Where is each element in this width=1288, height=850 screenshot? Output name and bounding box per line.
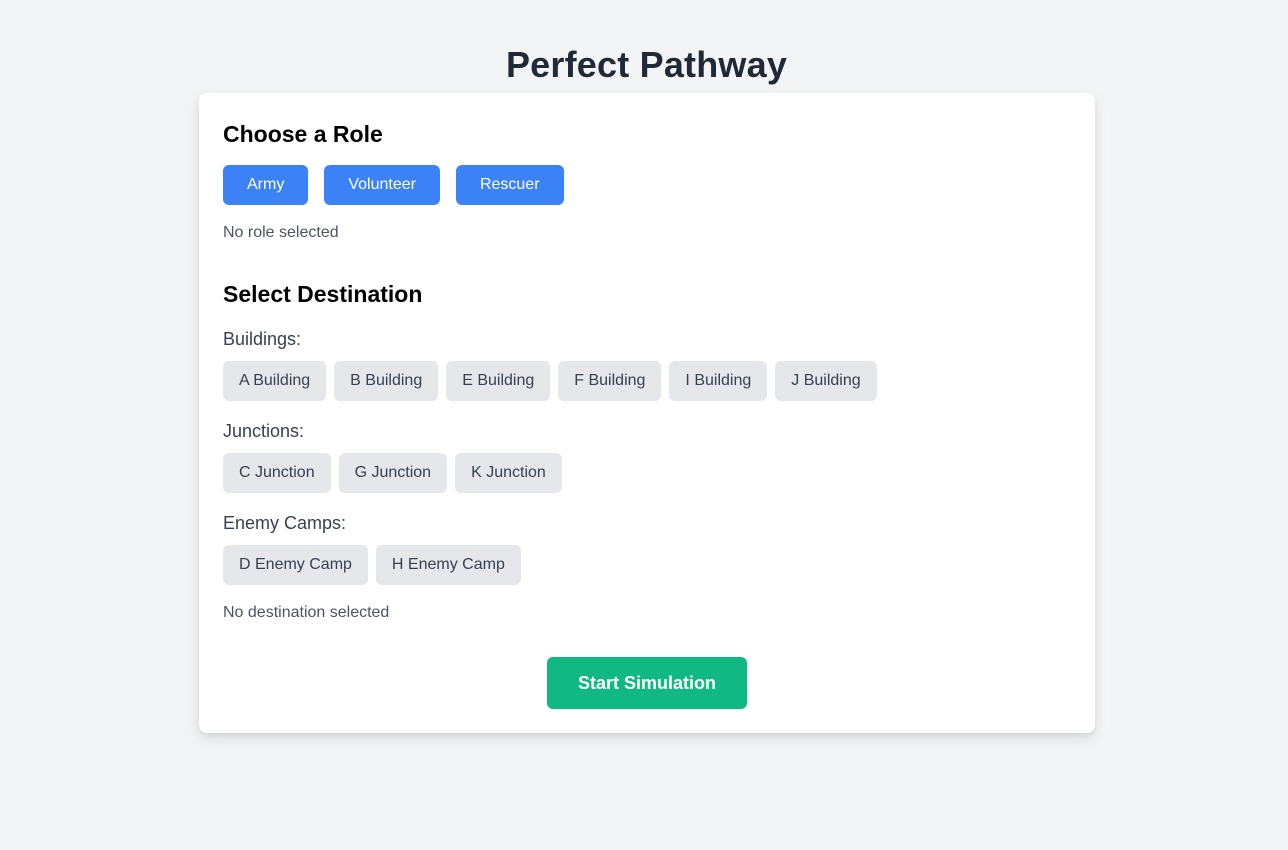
- destination-button-b-building[interactable]: B Building: [334, 361, 439, 401]
- junctions-group-label: Junctions:: [223, 421, 305, 441]
- destination-button-j-building[interactable]: J Building: [775, 361, 877, 401]
- role-section-heading: Choose a Role: [223, 121, 383, 147]
- role-button-army[interactable]: Army: [223, 165, 309, 205]
- destination-button-e-building[interactable]: E Building: [446, 361, 551, 401]
- role-button-group: Army Volunteer Rescuer: [223, 165, 564, 205]
- destination-button-k-junction[interactable]: K Junction: [455, 453, 562, 493]
- app-title: Perfect Pathway: [505, 44, 788, 86]
- role-button-rescuer[interactable]: Rescuer: [455, 165, 564, 205]
- junctions-button-group: C Junction G Junction K Junction: [223, 453, 562, 493]
- destination-button-a-building[interactable]: A Building: [223, 361, 327, 401]
- role-button-volunteer[interactable]: Volunteer: [324, 165, 440, 205]
- destination-button-i-building[interactable]: I Building: [669, 361, 768, 401]
- destination-button-d-enemy-camp[interactable]: D Enemy Camp: [223, 545, 368, 585]
- destination-status-text: No destination selected: [223, 604, 390, 621]
- enemy-camps-group-label: Enemy Camps:: [223, 513, 347, 533]
- enemy-camps-button-group: D Enemy Camp H Enemy Camp: [223, 545, 521, 585]
- destination-section-heading: Select Destination: [223, 281, 423, 307]
- destination-button-h-enemy-camp[interactable]: H Enemy Camp: [375, 545, 521, 585]
- destination-button-c-junction[interactable]: C Junction: [223, 453, 331, 493]
- destination-button-g-junction[interactable]: G Junction: [338, 453, 448, 493]
- role-status-text: No role selected: [223, 224, 339, 241]
- destination-button-f-building[interactable]: F Building: [558, 361, 662, 401]
- simulation-panel: Choose a Role Army Volunteer Rescuer No …: [199, 93, 1095, 733]
- start-simulation-button[interactable]: Start Simulation: [547, 657, 747, 709]
- buildings-button-group: A Building B Building E Building F Build…: [223, 361, 877, 401]
- buildings-group-label: Buildings:: [223, 329, 302, 349]
